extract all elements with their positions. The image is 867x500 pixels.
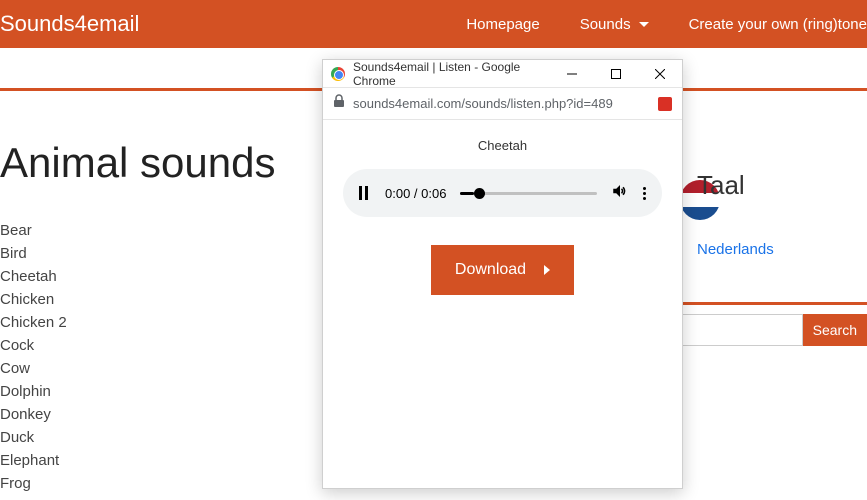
sound-list-item[interactable]: Frog xyxy=(0,472,275,495)
language-heading: Taal xyxy=(697,170,867,201)
audio-player: 0:00 / 0:06 xyxy=(343,169,662,217)
minimize-button[interactable] xyxy=(550,60,594,88)
more-menu-icon[interactable] xyxy=(643,187,646,200)
sound-list-item[interactable]: Bird xyxy=(0,242,275,265)
chrome-favicon-icon xyxy=(331,67,345,81)
sound-list-item[interactable]: Bear xyxy=(0,219,275,242)
sound-list-item[interactable]: Donkey xyxy=(0,403,275,426)
pause-button[interactable] xyxy=(359,186,371,200)
sound-title: Cheetah xyxy=(343,138,662,153)
chrome-popup-window: Sounds4email | Listen - Google Chrome so… xyxy=(322,59,683,489)
address-bar[interactable]: sounds4email.com/sounds/listen.php?id=48… xyxy=(323,88,682,120)
sound-list-item[interactable]: Chicken xyxy=(0,288,275,311)
sound-list-item[interactable]: Chicken 2 xyxy=(0,311,275,334)
maximize-button[interactable] xyxy=(594,60,638,88)
caret-down-icon xyxy=(639,22,649,27)
page-title: Animal sounds xyxy=(0,139,275,187)
window-titlebar[interactable]: Sounds4email | Listen - Google Chrome xyxy=(323,60,682,88)
volume-icon[interactable] xyxy=(611,182,629,205)
seek-slider[interactable] xyxy=(460,192,597,195)
search-button[interactable]: Search xyxy=(803,314,867,346)
sound-list-item[interactable]: Cow xyxy=(0,357,275,380)
sound-list: BearBirdCheetahChickenChicken 2CockCowDo… xyxy=(0,219,275,495)
popup-body: Cheetah 0:00 / 0:06 Download xyxy=(323,120,682,313)
time-display: 0:00 / 0:06 xyxy=(385,186,446,201)
nav-create-label: Create your own (ring)tone xyxy=(689,16,867,33)
arrow-right-icon xyxy=(544,265,550,275)
lock-icon xyxy=(333,94,345,113)
search-area: Search xyxy=(658,314,867,346)
download-button[interactable]: Download xyxy=(431,245,574,295)
window-title: Sounds4email | Listen - Google Chrome xyxy=(353,60,550,88)
sound-list-item[interactable]: Duck xyxy=(0,426,275,449)
sound-list-item[interactable]: Cock xyxy=(0,334,275,357)
sound-list-item[interactable]: Dolphin xyxy=(0,380,275,403)
nav-sounds-label: Sounds xyxy=(580,16,631,33)
extension-icon[interactable] xyxy=(658,97,672,111)
nav-sounds[interactable]: Sounds xyxy=(580,16,649,33)
url-text: sounds4email.com/sounds/listen.php?id=48… xyxy=(353,96,658,111)
site-logo[interactable]: Sounds4email xyxy=(0,11,139,37)
nav-homepage[interactable]: Homepage xyxy=(466,16,539,33)
nav-create[interactable]: Create your own (ring)tone xyxy=(689,16,867,33)
sound-list-item[interactable]: Elephant xyxy=(0,449,275,472)
nav-homepage-label: Homepage xyxy=(466,16,539,33)
close-button[interactable] xyxy=(638,60,682,88)
sidebar: Taal Nederlands xyxy=(697,170,867,258)
sound-list-item[interactable]: Cheetah xyxy=(0,265,275,288)
language-link[interactable]: Nederlands xyxy=(697,241,867,258)
site-header: Sounds4email Homepage Sounds Create your… xyxy=(0,0,867,48)
download-label: Download xyxy=(455,261,526,279)
divider xyxy=(680,302,867,305)
main-nav: Homepage Sounds Create your own (ring)to… xyxy=(466,16,867,33)
